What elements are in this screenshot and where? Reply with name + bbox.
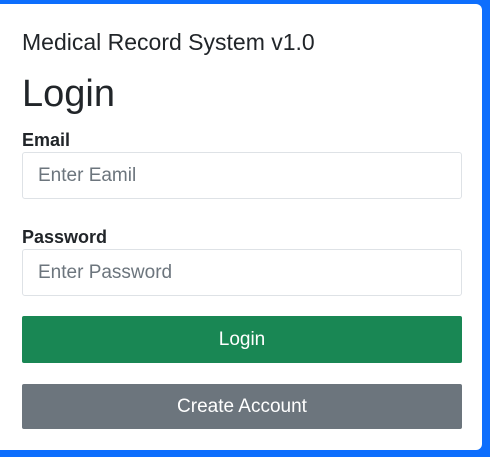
app-title: Medical Record System v1.0 xyxy=(22,29,315,55)
login-button[interactable]: Login xyxy=(22,316,462,363)
email-label: Email xyxy=(22,130,71,150)
login-card: Medical Record System v1.0 Login Email P… xyxy=(0,4,482,450)
email-field[interactable] xyxy=(22,152,462,199)
login-heading: Login xyxy=(22,73,115,115)
create-account-button[interactable]: Create Account xyxy=(22,384,462,429)
password-label: Password xyxy=(22,227,108,247)
password-field[interactable] xyxy=(22,249,462,296)
